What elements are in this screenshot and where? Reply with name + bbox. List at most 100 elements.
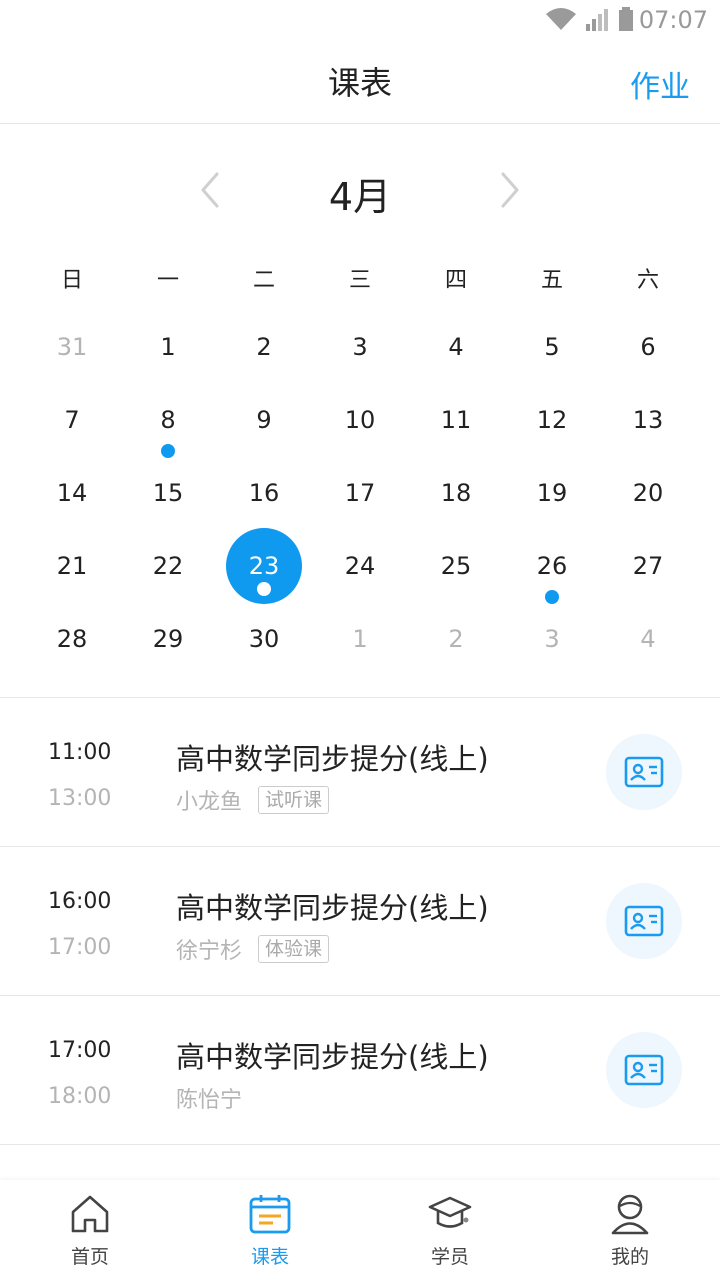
calendar-day[interactable]: 13	[600, 386, 696, 459]
day-number: 27	[632, 552, 664, 580]
id-card-icon	[624, 905, 664, 937]
lesson-item[interactable]: 17:00 18:00 高中数学同步提分(线上) 陈怡宁	[0, 996, 720, 1145]
day-number: 21	[56, 552, 88, 580]
day-number: 2	[256, 333, 272, 361]
day-number: 18	[440, 479, 472, 507]
lesson-meta: 小龙鱼 试听课	[176, 784, 330, 816]
calendar-day[interactable]: 12	[504, 386, 600, 459]
lesson-indicator-dot	[161, 444, 175, 458]
calendar-day[interactable]: 22	[120, 532, 216, 605]
student-card-button[interactable]	[606, 1032, 682, 1108]
calendar-day[interactable]: 3	[312, 313, 408, 386]
lesson-end-time: 18:00	[48, 1084, 112, 1109]
lesson-title: 高中数学同步提分(线上)	[176, 742, 489, 776]
lesson-indicator-dot	[257, 582, 271, 596]
battery-icon	[619, 7, 633, 31]
lesson-title: 高中数学同步提分(线上)	[176, 891, 489, 925]
day-number: 4	[640, 625, 656, 653]
tab-label: 首页	[70, 1246, 109, 1268]
day-number: 19	[536, 479, 568, 507]
weekday-label: 六	[636, 268, 659, 293]
calendar-day[interactable]: 6	[600, 313, 696, 386]
calendar-day[interactable]: 21	[24, 532, 120, 605]
id-card-icon	[624, 756, 664, 788]
student-card-button[interactable]	[606, 734, 682, 810]
calendar-day[interactable]: 5	[504, 313, 600, 386]
day-number: 25	[440, 552, 472, 580]
calendar-day[interactable]: 28	[24, 605, 120, 678]
day-number: 8	[160, 406, 176, 434]
day-number: 9	[256, 406, 272, 434]
schedule-icon	[249, 1195, 291, 1234]
tab-home[interactable]: 首页	[0, 1180, 180, 1280]
calendar-week-row: 7 8 9 10 11 12 13	[24, 386, 696, 459]
tab-label: 课表	[250, 1246, 289, 1268]
day-number: 15	[152, 479, 184, 507]
calendar-day[interactable]: 4	[600, 605, 696, 678]
lesson-item[interactable]: 11:00 13:00 高中数学同步提分(线上) 小龙鱼 试听课	[0, 698, 720, 847]
calendar-day[interactable]: 1	[120, 313, 216, 386]
day-number: 12	[536, 406, 568, 434]
calendar-day[interactable]: 4	[408, 313, 504, 386]
calendar-day[interactable]: 2	[408, 605, 504, 678]
day-number: 20	[632, 479, 664, 507]
calendar-day[interactable]: 16	[216, 459, 312, 532]
day-number: 24	[344, 552, 376, 580]
tab-schedule[interactable]: 课表	[180, 1180, 360, 1280]
calendar-day[interactable]: 11	[408, 386, 504, 459]
day-number: 31	[56, 333, 88, 361]
day-number: 17	[344, 479, 376, 507]
calendar-day[interactable]: 31	[24, 313, 120, 386]
lesson-meta: 陈怡宁	[176, 1082, 242, 1114]
page-title: 课表	[327, 64, 392, 102]
header: 课表 作业	[0, 40, 720, 124]
graduation-cap-icon	[428, 1196, 472, 1228]
lesson-meta: 徐宁杉 体验课	[176, 933, 330, 965]
lesson-teacher: 小龙鱼	[176, 790, 243, 815]
calendar-day[interactable]: 17	[312, 459, 408, 532]
calendar-day[interactable]: 10	[312, 386, 408, 459]
calendar-day[interactable]: 25	[408, 532, 504, 605]
student-card-button[interactable]	[606, 883, 682, 959]
tab-label: 学员	[430, 1246, 469, 1268]
calendar-day[interactable]: 15	[120, 459, 216, 532]
profile-icon	[611, 1194, 649, 1235]
calendar-day[interactable]: 18	[408, 459, 504, 532]
homework-button[interactable]: 作业	[630, 62, 690, 106]
home-icon	[71, 1195, 109, 1233]
day-number: 5	[544, 333, 560, 361]
weekday-header: 日 一 二 三 四 五 六	[24, 262, 696, 294]
day-number: 30	[248, 625, 280, 653]
day-number: 26	[536, 552, 568, 580]
wifi-icon	[546, 8, 576, 30]
day-number: 22	[152, 552, 184, 580]
calendar-day[interactable]: 8	[120, 386, 216, 459]
lesson-item[interactable]: 16:00 17:00 高中数学同步提分(线上) 徐宁杉 体验课	[0, 847, 720, 996]
day-number: 11	[440, 406, 472, 434]
calendar-day[interactable]: 30	[216, 605, 312, 678]
calendar-day[interactable]: 2	[216, 313, 312, 386]
calendar-day[interactable]: 1	[312, 605, 408, 678]
lesson-title: 高中数学同步提分(线上)	[176, 1040, 489, 1074]
lesson-tag: 体验课	[258, 935, 330, 963]
calendar-week-row: 31 1 2 3 4 5 6	[24, 313, 696, 386]
chevron-right-icon[interactable]	[495, 170, 525, 210]
tab-mine[interactable]: 我的	[540, 1180, 720, 1280]
calendar-day[interactable]: 9	[216, 386, 312, 459]
calendar-day[interactable]: 27	[600, 532, 696, 605]
calendar-day[interactable]: 14	[24, 459, 120, 532]
calendar-day[interactable]: 20	[600, 459, 696, 532]
day-number: 28	[56, 625, 88, 653]
calendar-day-selected[interactable]: 23	[216, 528, 312, 605]
calendar-day[interactable]: 7	[24, 386, 120, 459]
lesson-start-time: 16:00	[48, 889, 112, 914]
weekday-label: 一	[156, 268, 179, 293]
calendar-day[interactable]: 3	[504, 605, 600, 678]
tab-students[interactable]: 学员	[360, 1180, 540, 1280]
calendar-day[interactable]: 26	[504, 532, 600, 605]
calendar-day[interactable]: 29	[120, 605, 216, 678]
lesson-start-time: 17:00	[48, 1038, 112, 1063]
calendar-day[interactable]: 24	[312, 532, 408, 605]
day-number: 13	[632, 406, 664, 434]
calendar-day[interactable]: 19	[504, 459, 600, 532]
